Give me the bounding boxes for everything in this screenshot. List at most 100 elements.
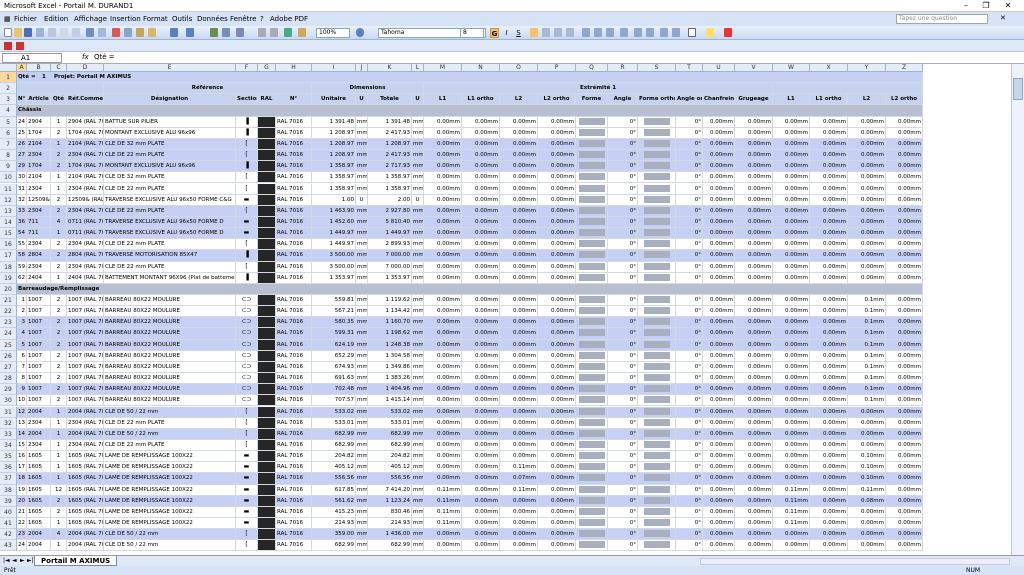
cell-u[interactable]: mm <box>356 272 368 284</box>
cell-art[interactable]: 2004 <box>27 406 51 418</box>
cell-q[interactable]: 1 <box>51 473 67 485</box>
cell-e1[interactable]: 0.00mm <box>773 261 810 273</box>
cell-n[interactable]: 21 <box>17 506 27 518</box>
cell-ch[interactable]: 0.00mm <box>703 317 735 329</box>
cell-sec[interactable]: ▬ <box>236 228 258 240</box>
row-header[interactable]: 13 <box>0 205 17 217</box>
shape-preview[interactable] <box>638 261 676 273</box>
cell-e2[interactable]: 0.00mm <box>810 250 848 262</box>
cell-unit[interactable]: 3 500.00 <box>312 250 356 262</box>
cell-e1[interactable]: 0.00mm <box>773 328 810 340</box>
cell-ch[interactable]: 0.00mm <box>703 306 735 318</box>
cell-l1o[interactable]: 0.00mm <box>462 428 500 440</box>
cell-unit[interactable]: 561.62 <box>312 495 356 507</box>
cell-u2[interactable]: mm <box>412 350 424 362</box>
cell-ang[interactable]: 0° <box>608 205 638 217</box>
ral-swatch[interactable] <box>258 417 276 429</box>
cell-sec[interactable]: ⊂⊃ <box>236 317 258 329</box>
cell-u2[interactable]: mm <box>412 361 424 374</box>
shape-preview[interactable] <box>638 506 676 518</box>
cell-e3[interactable]: 0.00mm <box>848 183 886 195</box>
cell-e4[interactable]: 0.00mm <box>886 384 923 396</box>
cell-e1[interactable]: 0.00mm <box>773 116 810 128</box>
cell-e3[interactable]: 0.00mm <box>848 529 886 541</box>
cell-l2[interactable]: 0.00mm <box>500 395 538 407</box>
cell-q[interactable]: 2 <box>51 395 67 407</box>
shape-preview[interactable] <box>638 473 676 485</box>
cell-u[interactable]: mm <box>356 506 368 518</box>
cell-u2[interactable]: mm <box>412 261 424 273</box>
cell-u[interactable]: mm <box>356 339 368 351</box>
cell-unit[interactable]: 359.00 <box>312 529 356 541</box>
cell-ang2[interactable]: 0° <box>676 295 703 307</box>
cell-q[interactable]: 2 <box>51 361 67 374</box>
cell-e3[interactable]: 0.1mm <box>848 317 886 329</box>
shape-preview[interactable] <box>576 350 608 362</box>
horizontal-scrollbar[interactable] <box>700 558 1010 565</box>
cell-e1[interactable]: 0.00mm <box>773 239 810 251</box>
cell-sec[interactable]: ▐ <box>236 272 258 284</box>
cell-ang[interactable]: 0° <box>608 473 638 485</box>
cell-u2[interactable]: mm <box>412 306 424 318</box>
cell-ang2[interactable]: 0° <box>676 395 703 407</box>
cell-tot[interactable]: 2 899.93 <box>368 239 412 251</box>
cell-u[interactable]: mm <box>356 518 368 530</box>
shape-preview[interactable] <box>576 417 608 429</box>
column-title-cell[interactable]: L1 ortho <box>810 94 848 106</box>
cell-e2[interactable]: 0.00mm <box>810 361 848 374</box>
cell-u[interactable]: mm <box>356 216 368 229</box>
shape-preview[interactable] <box>576 161 608 173</box>
cell-l2[interactable]: 0.00mm <box>500 172 538 184</box>
cell-e4[interactable]: 0.00mm <box>886 473 923 485</box>
help-search-input[interactable]: Tapez une question <box>896 14 988 24</box>
shape-preview[interactable] <box>576 228 608 240</box>
empty-cell[interactable] <box>773 83 923 95</box>
shape-preview[interactable] <box>638 127 676 139</box>
cell-ref[interactable]: 2304 (RAL 7016) <box>67 239 104 251</box>
cell-art[interactable]: 2304 <box>27 150 51 162</box>
cell-sec[interactable]: ▬ <box>236 451 258 463</box>
shape-preview[interactable] <box>576 317 608 329</box>
cell-sec[interactable]: [ <box>236 529 258 541</box>
cell-q[interactable]: 2 <box>51 350 67 362</box>
cell-ref[interactable]: 2304 (RAL 7016) <box>67 439 104 452</box>
cell-sec[interactable]: ⊂⊃ <box>236 295 258 307</box>
cell-sec[interactable]: [ <box>236 439 258 452</box>
cell-e3[interactable]: 0.00mm <box>848 250 886 262</box>
font-color-icon[interactable] <box>724 28 732 37</box>
cell-sec[interactable]: [ <box>236 261 258 273</box>
menu-donnees[interactable]: Données <box>197 15 228 23</box>
cell-art[interactable]: 1007 <box>27 328 51 340</box>
cell-art[interactable]: 2104 <box>27 172 51 184</box>
cell-u2[interactable]: mm <box>412 205 424 217</box>
cell-unit[interactable]: 533.02 <box>312 406 356 418</box>
cell-gr[interactable]: 0.00mm <box>735 350 773 362</box>
ral-swatch[interactable] <box>258 506 276 518</box>
cell-ang[interactable]: 0° <box>608 373 638 385</box>
decrease-decimal-icon[interactable] <box>646 28 654 37</box>
scroll-thumb[interactable] <box>1013 78 1023 100</box>
cell-u2[interactable]: mm <box>412 506 424 518</box>
cell-art[interactable]: 1007 <box>27 339 51 351</box>
cell-des[interactable]: CLE DE 22 mm PLATE <box>104 183 236 195</box>
cell-ral[interactable]: RAL 7016 <box>276 150 312 162</box>
cell-gr[interactable]: 0.00mm <box>735 540 773 552</box>
cell-des[interactable]: MONTANT EXCLUSIVE ALU 96x96 <box>104 127 236 139</box>
cell-ch[interactable]: 0.00mm <box>703 127 735 139</box>
column-header[interactable]: N <box>462 64 500 72</box>
cell-ral[interactable]: RAL 7016 <box>276 506 312 518</box>
cell-ang[interactable]: 0° <box>608 451 638 463</box>
cell-n[interactable]: 32 <box>17 194 27 206</box>
cell-unit[interactable]: 1 208.97 <box>312 138 356 151</box>
cell-ch[interactable]: 0.00mm <box>703 228 735 240</box>
ral-swatch[interactable] <box>258 484 276 496</box>
shape-preview[interactable] <box>638 361 676 374</box>
cell-q[interactable]: 2 <box>51 306 67 318</box>
cell-tot[interactable]: 1 415.14 <box>368 395 412 407</box>
row-header[interactable]: 14 <box>0 216 17 229</box>
cell-des[interactable]: BARREAU 80X22 MOULURE <box>104 350 236 362</box>
column-header[interactable]: A <box>17 64 27 72</box>
column-title-cell[interactable]: Unitaire <box>312 94 356 106</box>
cell-u2[interactable]: mm <box>412 373 424 385</box>
cell-n[interactable]: 15 <box>17 439 27 452</box>
